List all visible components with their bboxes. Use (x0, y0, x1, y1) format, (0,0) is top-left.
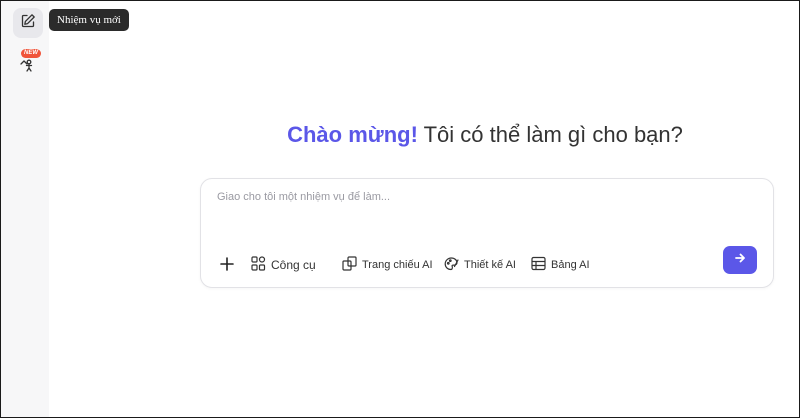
add-button[interactable] (219, 255, 240, 275)
greeting-heading: Chào mừng! Tôi có thể làm gì cho bạn? (1, 122, 799, 148)
send-button[interactable] (723, 246, 757, 274)
tools-label: Công cụ (271, 258, 316, 272)
greeting-highlight: Chào mừng! (287, 122, 418, 147)
palette-icon (444, 256, 464, 274)
table-icon (531, 256, 551, 274)
ai-slides-label: Trang chiếu AI (362, 259, 433, 271)
ai-table-button[interactable]: Bảng AI (531, 255, 590, 275)
ai-slides-button[interactable]: Trang chiếu AI (342, 255, 433, 275)
app-window: NEW Nhiệm vụ mới Chào mừng! Tôi có thể l… (0, 0, 800, 418)
tools-button[interactable]: Công cụ (251, 255, 316, 275)
task-composer: Công cụ Trang chiếu AI (200, 178, 774, 288)
sidebar: NEW (1, 1, 49, 417)
new-badge: NEW (21, 49, 41, 58)
ai-design-label: Thiết kế AI (464, 259, 516, 271)
slides-icon (342, 256, 362, 274)
agent-button[interactable]: NEW (13, 49, 43, 81)
new-task-tooltip: Nhiệm vụ mới (49, 9, 129, 31)
ai-design-button[interactable]: Thiết kế AI (444, 255, 516, 275)
task-input[interactable] (217, 191, 747, 203)
arrow-right-icon (734, 251, 746, 269)
tools-icon (251, 256, 271, 274)
plus-icon (219, 256, 240, 275)
greeting-text: Tôi có thể làm gì cho bạn? (417, 122, 683, 147)
edit-icon (20, 13, 36, 34)
new-task-button[interactable] (13, 8, 43, 38)
ai-table-label: Bảng AI (551, 259, 590, 271)
